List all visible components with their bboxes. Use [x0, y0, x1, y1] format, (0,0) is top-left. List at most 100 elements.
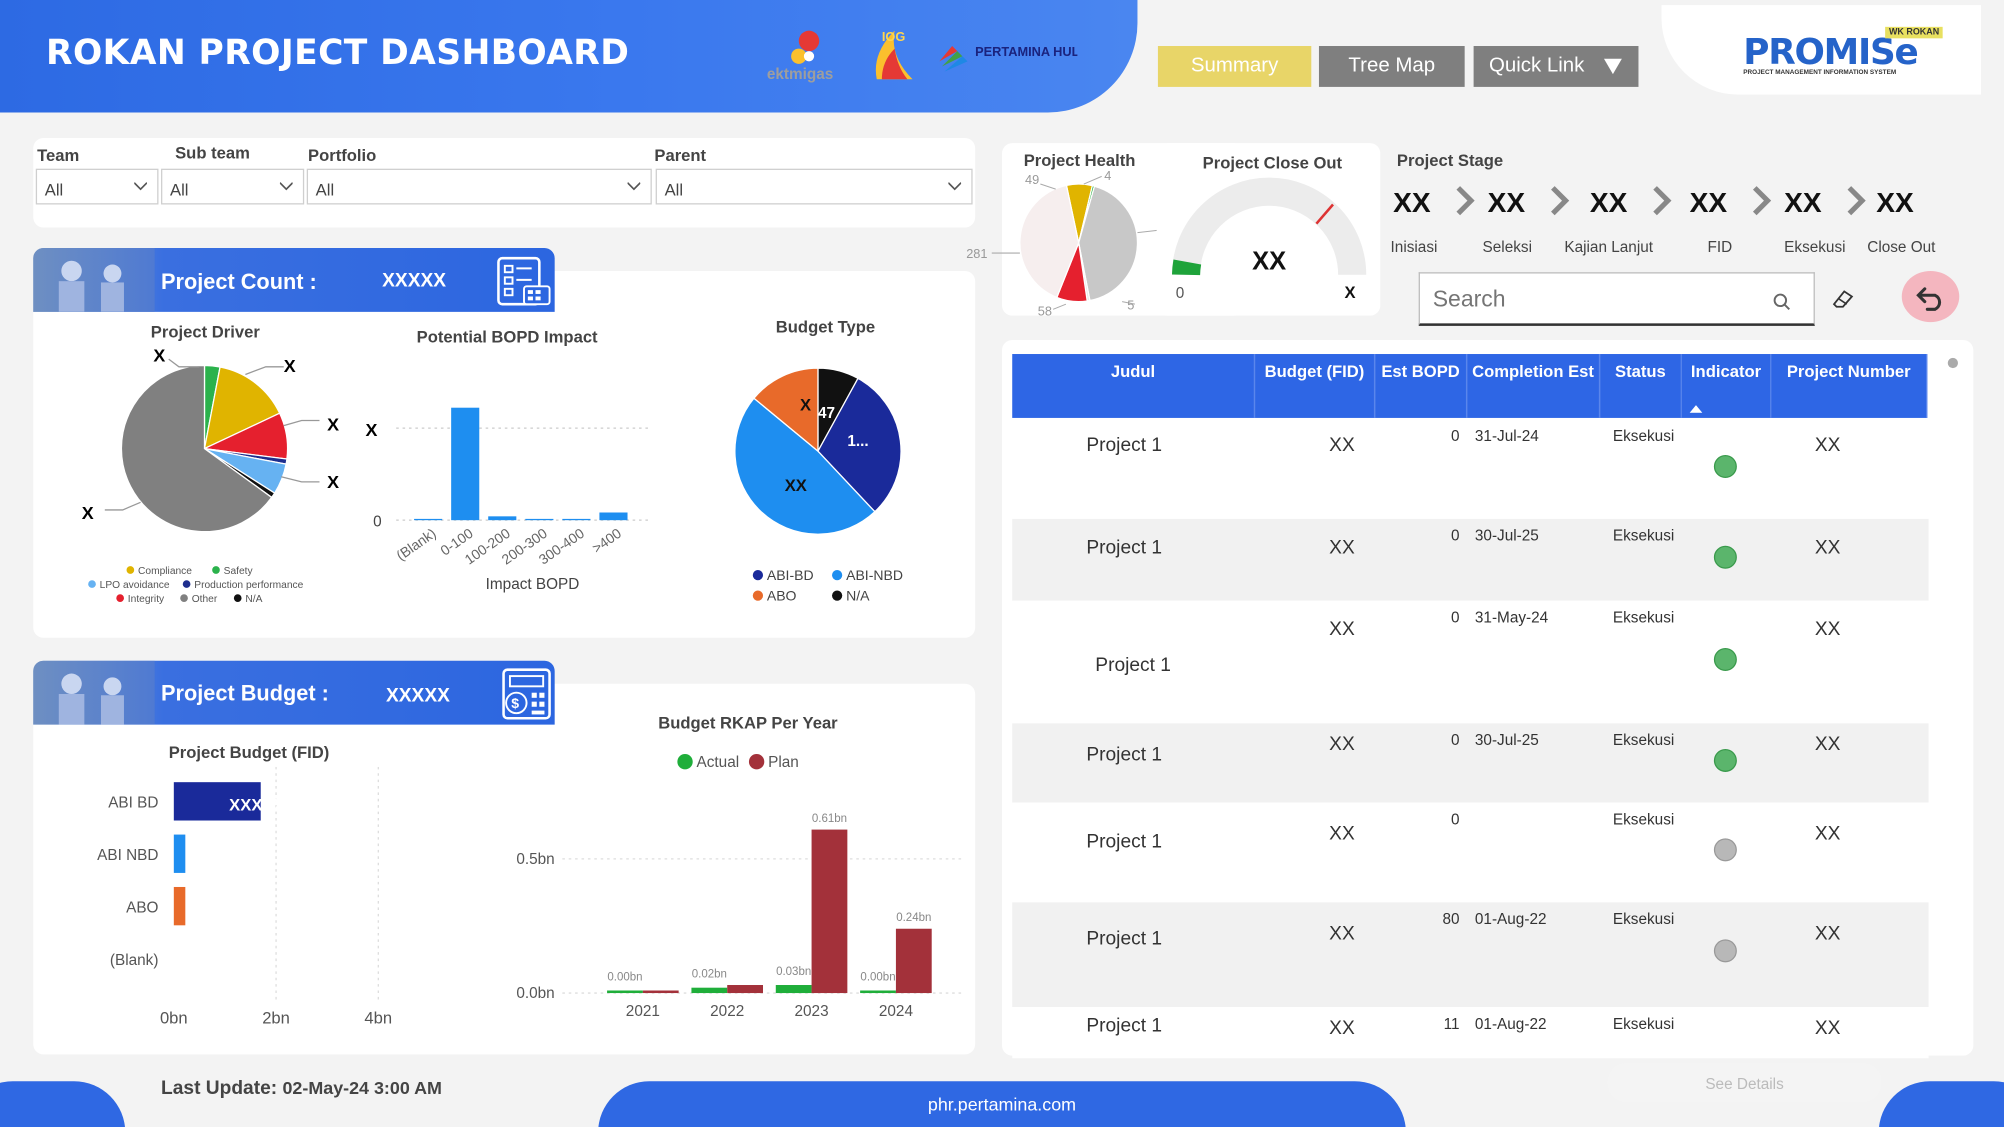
table-row[interactable]: Project 1 XX 0 Eksekusi XX — [1012, 802, 1929, 903]
search-icon[interactable] — [1773, 293, 1791, 311]
brand-tag: WK ROKAN — [1885, 26, 1944, 39]
cell-budget: XX — [1329, 618, 1355, 641]
column-header-judul[interactable]: Judul — [1012, 354, 1256, 418]
last-update-value: 02-May-24 3:00 AM — [282, 1077, 442, 1098]
project-budget-value: XXXXX — [385, 685, 450, 707]
dashboard-title: ROKAN PROJECT DASHBOARD — [46, 33, 630, 73]
search-box[interactable] — [1418, 272, 1815, 326]
stage-value-inisiasi: XX — [1393, 186, 1431, 219]
cell-project-number: XX — [1814, 922, 1841, 945]
footer-center-bar: phr.pertamina.com — [598, 1081, 1406, 1127]
last-update: Last Update: 02-May-24 3:00 AM — [161, 1077, 442, 1099]
svg-text:ektmigas: ektmigas — [767, 66, 833, 83]
cell-est-bopd: 0 — [1450, 608, 1460, 627]
tree-map-nav-button[interactable]: Tree Map — [1318, 46, 1465, 87]
table-row[interactable]: Project 1 XX 0 30-Jul-25 Eksekusi XX — [1012, 723, 1929, 803]
cell-judul: Project 1 — [1086, 536, 1163, 559]
summary-nav-button[interactable]: Summary — [1157, 46, 1312, 87]
chevron-right-icon — [1456, 186, 1475, 216]
team-dropdown-value: All — [44, 180, 64, 200]
table-row[interactable]: Project 1 XX 11 01-Aug-22 Eksekusi XX — [1012, 1007, 1929, 1059]
see-details-button[interactable]: See Details — [1607, 1063, 1882, 1102]
stage-value-seleksi: XX — [1487, 186, 1526, 219]
filter-team-label: Team — [37, 145, 80, 165]
workers-photo — [33, 247, 155, 312]
subteam-dropdown-value: All — [169, 180, 189, 200]
stage-value-fid: XX — [1689, 186, 1728, 219]
driver-label-5: X — [82, 503, 94, 523]
bopd-tick-label: (Blank) — [393, 525, 439, 564]
scrollbar-thumb[interactable] — [1947, 357, 1958, 369]
sort-ascending-icon[interactable] — [1689, 405, 1703, 413]
svg-text:ABO: ABO — [767, 588, 797, 604]
column-header-est-bopd[interactable]: Est BOPD — [1375, 354, 1468, 418]
status-indicator-dot — [1713, 838, 1737, 862]
table-row[interactable]: Project 1 XX 0 31-Jul-24 Eksekusi XX — [1012, 419, 1929, 519]
cell-est-bopd: 0 — [1450, 731, 1460, 749]
cell-judul: Project 1 — [1086, 743, 1163, 766]
column-header-budget-fid[interactable]: Budget (FID) — [1255, 354, 1376, 418]
stage-name[interactable]: FID — [1707, 238, 1732, 256]
stage-value-eksekusi: XX — [1784, 186, 1822, 219]
rkap-actual-label: 0.00bn — [607, 971, 642, 983]
cell-status: Eksekusi — [1612, 909, 1675, 928]
cell-est-bopd: 0 — [1450, 426, 1460, 445]
btype-label-abibd: 1... — [847, 433, 868, 450]
stage-name[interactable]: Close Out — [1867, 238, 1935, 256]
cell-judul: Project 1 — [1086, 927, 1163, 950]
chevron-down-icon — [948, 182, 962, 191]
parent-dropdown[interactable]: All — [655, 168, 973, 205]
subteam-dropdown[interactable]: All — [161, 168, 305, 205]
brand-subtitle: PROJECT MANAGEMENT INFORMATION SYSTEM — [1743, 69, 1897, 77]
column-header-project-number[interactable]: Project Number — [1771, 354, 1928, 418]
rkap-plan-bar — [727, 985, 764, 994]
cell-est-bopd: 0 — [1450, 526, 1460, 545]
eraser-icon[interactable] — [1831, 289, 1854, 309]
pertamina-logo: PERTAMINA HULU ROKAN — [937, 38, 1139, 76]
svg-text:ABI-NBD: ABI-NBD — [846, 567, 903, 583]
table-row[interactable]: Project 1 XX 0 31-May-24 Eksekusi XX — [1012, 600, 1929, 724]
team-dropdown[interactable]: All — [35, 168, 159, 205]
cell-est-bopd: 11 — [1443, 1014, 1460, 1033]
quick-link-dropdown[interactable]: Quick Link — [1473, 46, 1639, 87]
budget-fid-title: Project Budget (FID) — [168, 742, 330, 762]
stage-name[interactable]: Seleksi — [1483, 238, 1532, 256]
cell-status: Eksekusi — [1612, 608, 1675, 627]
svg-text:0bn: 0bn — [160, 1009, 188, 1028]
dropdown-triangle-icon — [1603, 58, 1622, 75]
rkap-plan-bar — [642, 990, 679, 994]
cell-judul: Project 1 — [1086, 830, 1163, 853]
fid-bar-label: XXXXX — [229, 795, 284, 814]
bopd-bar-chart: X 0 (Blank)0-100100-200200-300300-400 >40… — [366, 407, 652, 593]
cell-budget: XX — [1329, 922, 1355, 945]
stage-name[interactable]: Kajian Lanjut — [1564, 238, 1653, 256]
stage-name[interactable]: Eksekusi — [1784, 238, 1845, 256]
fid-bar — [173, 886, 186, 926]
cell-completion: 30-Jul-25 — [1474, 526, 1539, 545]
chevron-right-icon — [1653, 186, 1672, 216]
cell-completion: 31-May-24 — [1474, 608, 1549, 627]
reset-button[interactable] — [1901, 270, 1960, 323]
search-input[interactable] — [1432, 286, 1766, 314]
column-header-status[interactable]: Status — [1600, 354, 1682, 418]
table-row[interactable]: Project 1 XX 80 01-Aug-22 Eksekusi XX — [1012, 902, 1929, 1008]
fid-category-label: (Blank) — [110, 952, 159, 969]
project-count-value: XXXXX — [382, 269, 447, 292]
project-count-banner: Project Count : XXXXX — [33, 247, 555, 312]
rkap-actual-label: 0.00bn — [860, 971, 895, 983]
column-header-completion-est[interactable]: Completion Est — [1467, 354, 1601, 418]
stage-value-close-out: XX — [1876, 186, 1914, 219]
portfolio-dropdown[interactable]: All — [306, 168, 652, 205]
rkap-plan-bar — [895, 928, 932, 994]
filter-subteam-label: Sub team — [175, 143, 250, 163]
svg-text:LPO avoidance: LPO avoidance — [100, 580, 170, 591]
svg-text:$: $ — [511, 695, 519, 711]
rkap-year-label: 2024 — [879, 1003, 914, 1020]
quick-link-label: Quick Link — [1488, 54, 1585, 77]
stage-name[interactable]: Inisiasi — [1391, 238, 1438, 256]
rkap-actual-bar — [607, 990, 643, 994]
chevron-right-icon — [1551, 186, 1570, 216]
footer-url-link[interactable]: phr.pertamina.com — [598, 1094, 1406, 1114]
table-row[interactable]: Project 1 XX 0 30-Jul-25 Eksekusi XX — [1012, 518, 1929, 601]
driver-label-3: X — [327, 415, 339, 435]
